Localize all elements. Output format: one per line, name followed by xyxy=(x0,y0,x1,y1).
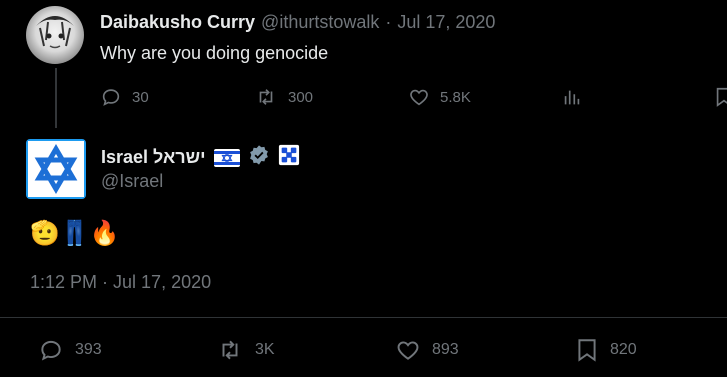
verified-badge-icon[interactable] xyxy=(248,144,270,171)
main-tweet-timestamp[interactable]: 1:12 PM · Jul 17, 2020 xyxy=(30,272,211,293)
main-tweet-bookmark-button[interactable]: 820 xyxy=(574,337,637,363)
retweet-icon xyxy=(254,86,278,108)
reply-tweet-retweet-button[interactable]: 300 xyxy=(254,86,313,108)
reply-separator: · xyxy=(385,12,392,32)
like-icon xyxy=(394,337,422,363)
reply-tweet-like-button[interactable]: 5.8K xyxy=(408,86,471,108)
main-like-count: 893 xyxy=(432,341,459,358)
main-author-handle[interactable]: @Israel xyxy=(101,171,163,192)
israel-avatar[interactable] xyxy=(26,139,86,199)
main-tweet-like-button[interactable]: 893 xyxy=(394,337,459,363)
main-tweet-emoji-text: 🫡👖🔥 xyxy=(30,220,120,247)
reply-tweet-reply-button[interactable]: 30 xyxy=(100,86,149,108)
main-author-name[interactable]: Israel ישראל xyxy=(101,147,206,168)
like-icon xyxy=(408,86,430,108)
stats-divider xyxy=(0,317,727,318)
views-icon xyxy=(561,86,583,108)
reply-author-handle[interactable]: @ithurtstowalk xyxy=(261,12,379,33)
main-reply-count: 393 xyxy=(75,341,102,358)
israel-flag-icon xyxy=(213,148,240,167)
retweet-icon xyxy=(215,337,245,363)
main-tweet-retweet-button[interactable]: 3K xyxy=(215,337,275,363)
reply-icon xyxy=(100,86,122,108)
reply-tweet-text: Why are you doing genocide xyxy=(100,43,329,63)
reply-icon xyxy=(37,337,65,363)
reply-count: 30 xyxy=(132,88,149,106)
main-retweet-count: 3K xyxy=(255,341,275,358)
star-of-david-icon xyxy=(28,141,84,197)
bookmark-icon xyxy=(574,337,600,363)
main-bookmark-count: 820 xyxy=(610,341,637,358)
reply-tweet-views-button[interactable] xyxy=(561,86,583,108)
main-tweet-header: Israel ישראל xyxy=(101,144,300,171)
bookmark-icon xyxy=(713,86,727,108)
reply-date[interactable]: Jul 17, 2020 xyxy=(397,12,495,33)
main-tweet-reply-button[interactable]: 393 xyxy=(37,337,102,363)
like-count: 5.8K xyxy=(440,88,471,106)
reply-tweet-bookmark-button[interactable] xyxy=(713,86,727,108)
affiliate-emblem-icon[interactable] xyxy=(278,144,300,171)
thread-connector-line xyxy=(55,68,57,128)
reply-author-name[interactable]: Daibakusho Curry xyxy=(100,12,255,33)
retweet-count: 300 xyxy=(288,88,314,106)
reply-tweet-header: Daibakusho Curry @ithurtstowalk · Jul 17… xyxy=(100,12,495,33)
reply-author-avatar[interactable] xyxy=(26,6,84,64)
